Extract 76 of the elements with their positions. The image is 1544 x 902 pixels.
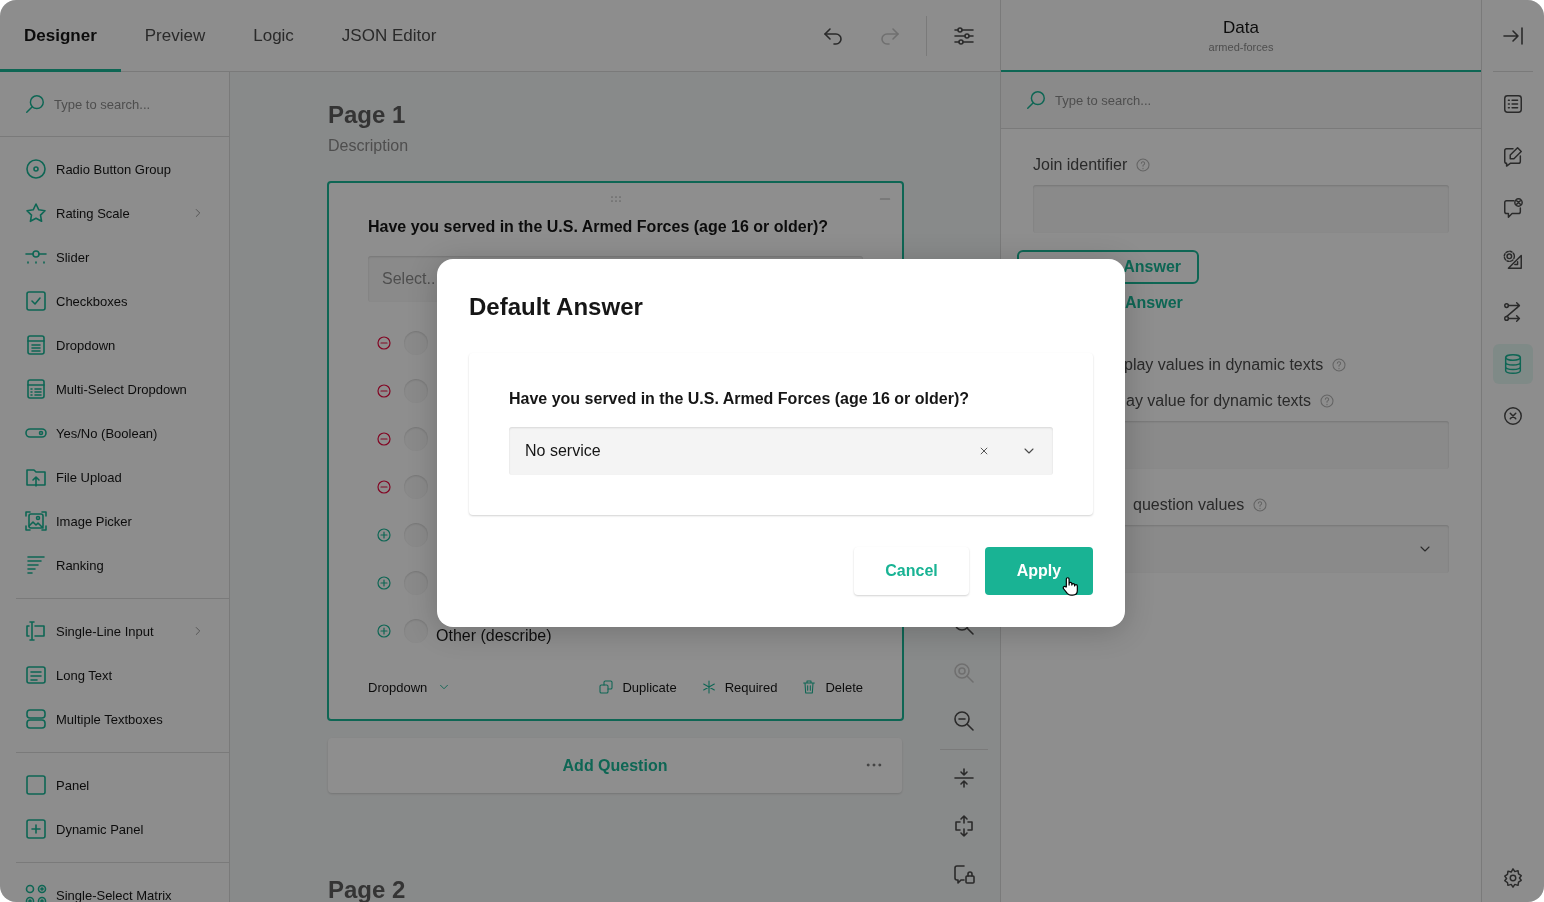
choice-label: Other (describe) bbox=[436, 625, 552, 645]
toolbox-item[interactable]: Ranking bbox=[16, 543, 205, 587]
trash-icon bbox=[801, 679, 818, 695]
toolbox-item[interactable]: Panel bbox=[16, 763, 205, 807]
list-icon bbox=[1502, 93, 1524, 115]
page-title: Page 1 bbox=[327, 100, 407, 130]
collapse-icon bbox=[952, 766, 976, 790]
search-icon bbox=[24, 93, 46, 115]
plus-square-icon bbox=[24, 817, 48, 841]
toolbox-item[interactable]: File Upload bbox=[16, 455, 205, 499]
lock-chat-icon bbox=[952, 862, 976, 886]
edit-icon bbox=[1502, 145, 1524, 167]
minus-circle-icon[interactable] bbox=[375, 334, 393, 352]
field-label: ay value for dynamic texts bbox=[1126, 392, 1311, 410]
toolbox-item[interactable]: Single-Line Input bbox=[16, 609, 205, 653]
textboxes-icon bbox=[24, 707, 48, 731]
circles-icon bbox=[24, 883, 48, 902]
gear-triangle-icon bbox=[1502, 249, 1524, 271]
page-description: Description bbox=[327, 136, 410, 156]
question-type-dropdown[interactable]: Dropdown bbox=[368, 679, 452, 695]
search-field[interactable]: Type to search... bbox=[1055, 90, 1205, 110]
text-cursor-icon bbox=[24, 619, 48, 643]
plus-circle-icon[interactable] bbox=[375, 574, 393, 592]
image-icon bbox=[24, 509, 48, 533]
plus-circle-icon[interactable] bbox=[375, 526, 393, 544]
delete-button[interactable]: Delete bbox=[801, 679, 863, 695]
field-label: play values in dynamic texts bbox=[1124, 356, 1324, 374]
designer-tab[interactable]: JSON Editor bbox=[317, 0, 461, 72]
duplicate-button[interactable]: Duplicate bbox=[598, 679, 677, 695]
duplicate-icon bbox=[598, 679, 615, 695]
list-icon bbox=[24, 377, 48, 401]
lines-icon bbox=[24, 553, 48, 577]
move-icon bbox=[952, 814, 976, 838]
toolbox-item[interactable]: Checkboxes bbox=[16, 279, 205, 323]
x-circle-icon bbox=[1502, 405, 1524, 427]
asterisk-icon bbox=[700, 679, 717, 695]
toolbox-item[interactable]: Multiple Textboxes bbox=[16, 697, 205, 741]
search-icon bbox=[1025, 89, 1047, 111]
toolbox-item[interactable]: Dynamic Panel bbox=[16, 807, 205, 851]
toolbox-item[interactable]: Dropdown bbox=[16, 323, 205, 367]
radio-icon bbox=[24, 157, 48, 181]
panel-title: Data bbox=[1223, 17, 1259, 39]
star-icon bbox=[24, 201, 48, 225]
panel-subtitle: armed-forces bbox=[1208, 40, 1274, 55]
dialog-title: Default Answer bbox=[469, 292, 644, 322]
plus-circle-icon[interactable] bbox=[375, 622, 393, 640]
side-tab[interactable] bbox=[1493, 344, 1533, 384]
toolbox-item[interactable]: Rating Scale bbox=[16, 191, 205, 235]
field-label: question values bbox=[1133, 496, 1245, 514]
toolbox-item[interactable]: Yes/No (Boolean) bbox=[16, 411, 205, 455]
toolbox-item[interactable]: Long Text bbox=[16, 653, 205, 697]
question-title: Have you served in the U.S. Armed Forces (age 16 or older)? bbox=[368, 217, 829, 237]
toolbox-item[interactable]: Image Picker bbox=[16, 499, 205, 543]
question-title: Have you served in the U.S. Armed Forces (age 16 or older)? bbox=[509, 389, 970, 409]
minus-circle-icon[interactable] bbox=[375, 430, 393, 448]
designer-tab[interactable]: Logic bbox=[229, 0, 318, 72]
toolbox-item[interactable]: Radio Button Group bbox=[16, 147, 205, 191]
square-icon bbox=[24, 773, 48, 797]
required-button[interactable]: Required bbox=[700, 679, 778, 695]
designer-tab[interactable]: Preview bbox=[120, 0, 230, 72]
chat-x-icon bbox=[1502, 197, 1524, 219]
search-field[interactable]: Type to search... bbox=[54, 94, 204, 114]
toolbox-item[interactable]: Multi-Select Dropdown bbox=[16, 367, 205, 411]
checkbox-icon bbox=[24, 289, 48, 313]
field-label: Join identifier bbox=[1033, 156, 1128, 174]
settings-icon[interactable] bbox=[1502, 867, 1524, 889]
toolbox-item[interactable]: Slider bbox=[16, 235, 205, 279]
dropdown-icon bbox=[24, 333, 48, 357]
minus-circle-icon[interactable] bbox=[375, 478, 393, 496]
answer-dropdown[interactable]: No service bbox=[509, 427, 1053, 475]
minus-circle-icon[interactable] bbox=[375, 382, 393, 400]
zoom-reset-icon bbox=[952, 661, 976, 685]
database-icon bbox=[1502, 353, 1524, 375]
toolbox-item[interactable]: Single-Select Matrix bbox=[16, 873, 205, 902]
zoom-out-icon bbox=[952, 709, 976, 733]
text-lines-icon bbox=[24, 663, 48, 687]
